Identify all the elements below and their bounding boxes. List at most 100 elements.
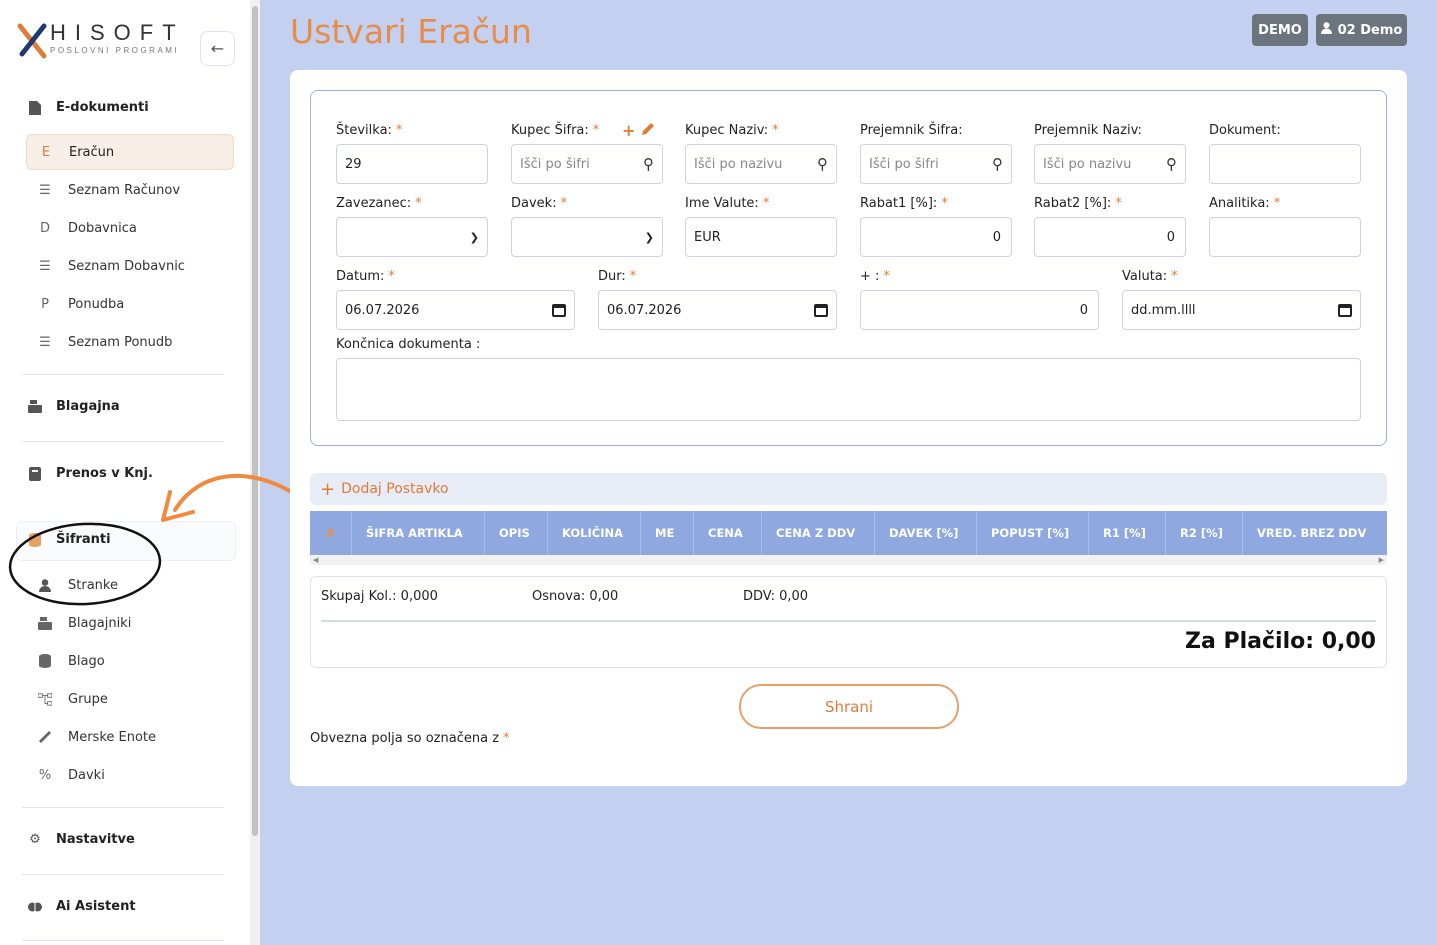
rabat1-input[interactable]: 0 [860, 217, 1012, 257]
totals-divider [321, 620, 1376, 622]
p-letter-icon: P [41, 296, 49, 312]
datum-input[interactable]: 06.07.2026 [336, 290, 575, 330]
kupec-sifra-input[interactable]: Išči po šifri ⚲ [511, 144, 663, 184]
column-header[interactable]: ŠIFRA ARTIKLA [352, 511, 485, 555]
search-icon[interactable]: ⚲ [643, 155, 654, 173]
sidebar-item-blagajniki[interactable]: Blagajniki [26, 605, 234, 641]
plus-icon[interactable]: + [622, 121, 635, 140]
column-header[interactable]: # [310, 511, 352, 555]
calendar-icon[interactable] [552, 303, 566, 317]
davek-select[interactable]: ❯ [511, 217, 663, 257]
total-to-pay: Za Plačilo: 0,00 [1185, 629, 1376, 654]
database-icon [38, 654, 52, 668]
save-button[interactable]: Shrani [739, 684, 959, 729]
plus-input[interactable]: 0 [860, 290, 1099, 330]
add-item-button[interactable]: + Dodaj Postavko [310, 473, 1387, 505]
sidebar-section-label: Prenos v Knj. [56, 466, 153, 481]
prejemnik-naziv-input[interactable]: Išči po nazivu ⚲ [1034, 144, 1186, 184]
ime-valute-label: Ime Valute: * [685, 196, 770, 211]
dokument-input[interactable] [1209, 144, 1361, 184]
dokument-label: Dokument: [1209, 123, 1281, 138]
sidebar-section-nastavitve[interactable]: ⚙ Nastavitve [28, 832, 135, 847]
column-header[interactable]: KOLIČINA [548, 511, 641, 555]
user-badge[interactable]: 02 Demo [1316, 14, 1407, 46]
stevilka-input[interactable]: 29 [336, 144, 488, 184]
column-header[interactable]: VRED. BREZ DDV [1243, 511, 1387, 555]
search-icon[interactable]: ⚲ [1166, 155, 1177, 173]
rabat2-input[interactable]: 0 [1034, 217, 1186, 257]
sidebar-section-ai-asistent[interactable]: Ai Asistent [28, 899, 136, 914]
zavezanec-select[interactable]: ❯ [336, 217, 488, 257]
column-header[interactable]: POPUST [%] [977, 511, 1089, 555]
required-note: Obvezna polja so označena z * [310, 731, 510, 746]
kupec-sifra-label: Kupec Šifra: * [511, 123, 600, 138]
column-header[interactable]: R1 [%] [1089, 511, 1166, 555]
user-badge-label: 02 Demo [1337, 22, 1403, 38]
column-header[interactable]: R2 [%] [1166, 511, 1243, 555]
brand-tagline: POSLOVNI PROGRAMI [50, 46, 180, 55]
database-icon [28, 532, 42, 547]
koncnica-label: Končnica dokumenta : [336, 337, 481, 352]
sidebar-item-blago[interactable]: Blago [26, 643, 234, 679]
prejemnik-sifra-input[interactable]: Išči po šifri ⚲ [860, 144, 1012, 184]
sidebar-section-edokumenti[interactable]: E-dokumenti [28, 100, 149, 115]
sidebar-section-prenos[interactable]: Prenos v Knj. [28, 466, 153, 481]
dur-input[interactable]: 06.07.2026 [598, 290, 837, 330]
cash-register-icon [28, 400, 42, 414]
calendar-icon[interactable] [1338, 303, 1352, 317]
add-item-label: Dodaj Postavko [341, 481, 449, 497]
collapse-sidebar-button[interactable]: ← [200, 31, 235, 66]
calendar-icon[interactable] [814, 303, 828, 317]
sidebar-section-label: Nastavitve [56, 832, 135, 847]
analitika-input[interactable] [1209, 217, 1361, 257]
dur-label: Dur: * [598, 269, 637, 284]
demo-badge-label: DEMO [1258, 22, 1302, 38]
sidebar-section-blagajna[interactable]: Blagajna [28, 399, 120, 414]
sidebar-item-seznam-racunov[interactable]: ☰ Seznam Računov [26, 172, 234, 208]
kupec-naziv-input[interactable]: Išči po nazivu ⚲ [685, 144, 837, 184]
sidebar-item-dobavnica[interactable]: D Dobavnica [26, 210, 234, 246]
sidebar-item-label: Blagajniki [68, 615, 132, 631]
sidebar-item-davki[interactable]: % Davki [26, 757, 234, 793]
column-header[interactable]: ME [641, 511, 694, 555]
scroll-right-icon[interactable]: ▶ [1379, 556, 1384, 564]
pencil-icon[interactable] [641, 121, 656, 140]
total-vat: DDV: 0,00 [743, 589, 809, 604]
search-icon[interactable]: ⚲ [817, 155, 828, 173]
valuta-input[interactable]: dd.mm.llll [1122, 290, 1361, 330]
sidebar-scrollbar[interactable] [250, 0, 260, 945]
column-header[interactable]: CENA Z DDV [762, 511, 875, 555]
sidebar-item-label: Seznam Dobavnic [68, 258, 185, 274]
scrollbar-thumb[interactable] [252, 6, 258, 836]
sidebar-item-grupe[interactable]: Grupe [26, 681, 234, 717]
logo-mark-icon [17, 23, 47, 59]
sidebar-item-eracun[interactable]: E Eračun [26, 134, 234, 170]
scroll-left-icon[interactable]: ◀ [313, 556, 318, 564]
search-icon[interactable]: ⚲ [992, 155, 1003, 173]
column-header[interactable]: CENA [694, 511, 762, 555]
sidebar-item-seznam-dobavnic[interactable]: ☰ Seznam Dobavnic [26, 248, 234, 284]
sidebar-section-label: Blagajna [56, 399, 120, 414]
sidebar-item-stranke[interactable]: Stranke [26, 567, 234, 603]
column-header[interactable]: DAVEK [%] [875, 511, 977, 555]
prejemnik-naziv-label: Prejemnik Naziv: [1034, 123, 1142, 138]
sidebar-section-sifranti[interactable]: Šifranti [28, 532, 111, 547]
brain-icon [28, 900, 42, 914]
sitemap-icon [38, 692, 52, 706]
sidebar-item-merske-enote[interactable]: Merske Enote [26, 719, 234, 755]
sidebar-item-label: Dobavnica [68, 220, 137, 236]
prejemnik-sifra-label: Prejemnik Šifra: [860, 123, 963, 138]
demo-badge[interactable]: DEMO [1252, 14, 1308, 46]
sidebar-item-ponudba[interactable]: P Ponudba [26, 286, 234, 322]
logo: HISOFT POSLOVNI PROGRAMI [16, 18, 196, 62]
table-horizontal-scrollbar[interactable]: ◀ ▶ [310, 555, 1387, 565]
user-icon [1320, 22, 1332, 38]
sidebar-item-seznam-ponudb[interactable]: ☰ Seznam Ponudb [26, 324, 234, 360]
column-header[interactable]: OPIS [485, 511, 548, 555]
kupec-naziv-label: Kupec Naziv: * [685, 123, 779, 138]
user-icon [38, 578, 52, 592]
koncnica-textarea[interactable] [336, 358, 1361, 421]
sidebar-item-label: Ponudba [68, 296, 125, 312]
arrow-left-icon: ← [210, 39, 225, 58]
ime-valute-input[interactable]: EUR [685, 217, 837, 257]
